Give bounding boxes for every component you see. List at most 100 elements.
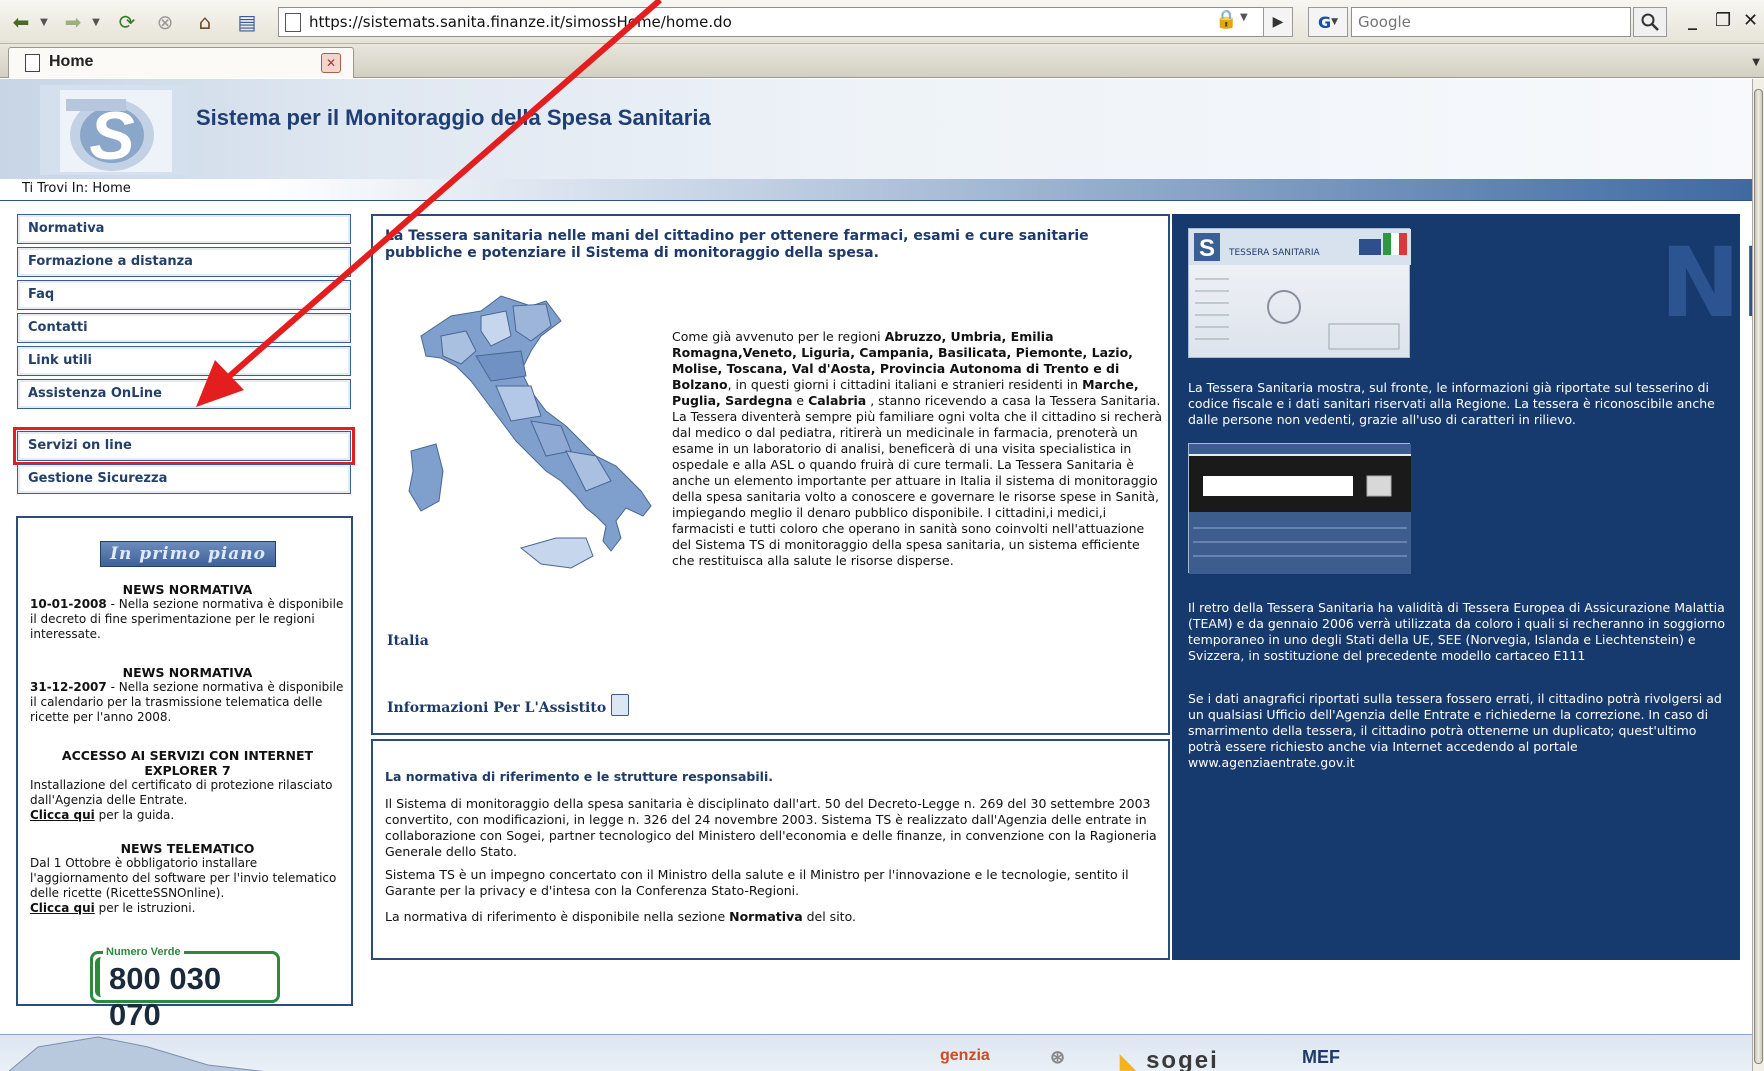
menu-item-servizi-on-line[interactable]: Servizi on line [13,427,355,465]
search-button[interactable] [1633,7,1667,37]
search-input[interactable] [1351,7,1631,37]
site-header: S Sistema per il Monitoraggio della Spes… [0,79,1752,179]
home-icon[interactable]: ⌂ [190,8,220,36]
back-dropdown-icon[interactable]: ▼ [38,8,50,36]
italia-map-label: Italia [387,633,429,649]
browser-toolbar: ⬅ ▼ ➡ ▼ ⟳ ⊗ ⌂ ▤ https://sistemats.sanita… [0,0,1764,44]
url-text[interactable]: https://sistemats.sanita.finanze.it/simo… [309,13,732,31]
numero-verde-label: Numero Verde [103,946,184,958]
tab-list-dropdown-icon[interactable]: ▼ [1752,57,1760,68]
body-text: del sito. [802,909,856,924]
emblem-icon: ⊛ [1050,1047,1066,1067]
menu-item-contatti[interactable]: Contatti [17,313,351,343]
restore-icon[interactable]: ❐ [1715,10,1731,31]
scrollbar-thumb[interactable] [1754,89,1763,1064]
menu-item-formazione[interactable]: Formazione a distanza [17,247,351,277]
footer-logo-text: sogei [1146,1047,1219,1071]
numero-verde-number: 800 030 070 [109,961,222,1032]
in-primo-piano-box: In primo piano NEWS NORMATIVA 10-01-2008… [16,516,353,1032]
news-item: NEWS NORMATIVA 10-01-2008 - Nella sezion… [30,582,345,642]
clicca-qui-link[interactable]: Clicca qui [30,808,95,822]
in-primo-piano-banner: In primo piano [100,541,276,567]
sogei-logo[interactable]: ◣ sogei [1120,1047,1219,1071]
tessera-info-box: La Tessera sanitaria nelle mani del citt… [371,214,1170,735]
tab-bar: Home ✕ ▼ [0,44,1764,78]
back-icon[interactable]: ⬅ [6,8,36,36]
body-text: La normativa di riferimento è disponibil… [385,909,730,924]
normativa-paragraph: Sistema TS è un impegno concertato con i… [385,867,1129,898]
page-icon [285,13,301,32]
tessera-title: La Tessera sanitaria nelle mani del citt… [385,228,1089,261]
news-link-tail: per le istruzioni. [94,901,196,915]
magnifier-icon [1641,13,1659,31]
tessera-front-image: S TESSERA SANITARIA [1188,228,1411,358]
document-icon[interactable] [611,694,629,716]
news-text: Dal 1 Ottobre è obbligatorio installare … [30,856,337,900]
body-text: Come già avvenuto per le regioni [672,329,885,344]
news-heading: ACCESSO AI SERVIZI CON INTERNET EXPLORER… [61,748,314,778]
news-item: NEWS NORMATIVA 31-12-2007 - Nella sezion… [30,665,345,725]
bookmark-icon[interactable]: ▤ [230,8,264,36]
agenzia-entrate-logo[interactable]: genzia [940,1047,990,1071]
news-item: NEWS TELEMATICO Dal 1 Ottobre è obbligat… [30,841,345,916]
footer-logo-text: MEF [1302,1047,1340,1067]
news-link-tail: per la guida. [94,808,175,822]
forward-dropdown-icon[interactable]: ▼ [90,8,102,36]
body-text: e [792,393,809,408]
news-panel-paragraph: La Tessera Sanitaria mostra, sul fronte,… [1188,380,1715,427]
news-panel: NEWS S TESSERA SANITARIA [1172,214,1752,960]
card-front-title: TESSERA SANITARIA [1228,248,1320,258]
search-engine-glyph: G [1317,12,1332,32]
menu-item-normativa[interactable]: Normativa [17,214,351,244]
menu-item-assistenza[interactable]: Assistenza OnLine [17,379,351,409]
search-engine-button[interactable]: G ▼ [1308,7,1348,37]
news-watermark: NEWS [1660,234,1752,332]
minimize-icon[interactable]: _ [1688,10,1697,31]
forward-icon[interactable]: ➡ [58,8,88,36]
normativa-paragraph: Il Sistema di monitoraggio della spesa s… [385,796,1157,859]
ts-logo: S [40,85,190,175]
url-dropdown-icon[interactable]: ▼ [1240,12,1248,23]
tab-close-icon[interactable]: ✕ [321,53,341,73]
italy-map[interactable] [381,276,671,576]
mef-logo[interactable]: MEF [1302,1047,1340,1071]
go-button[interactable]: ▶ [1263,7,1293,37]
news-date: 31-12-2007 [30,680,107,694]
informazioni-assistito-link[interactable]: Informazioni Per L'Assistito [387,700,606,716]
menu-item-gestione-sicurezza[interactable]: Gestione Sicurezza [17,464,351,494]
news-heading: NEWS NORMATIVA [122,582,253,597]
reload-icon[interactable]: ⟳ [112,8,142,36]
menu-item-link-utili[interactable]: Link utili [17,346,351,376]
footer-emblem [8,1036,264,1071]
numero-verde-badge[interactable]: Numero Verde 800 030 070 [90,946,280,1032]
tab-home[interactable]: Home ✕ [8,47,354,78]
news-panel-paragraph: Il retro della Tessera Sanitaria ha vali… [1188,600,1726,663]
news-watermark-text: NEWS [1660,227,1752,339]
news-text: Installazione del certificato di protezi… [30,778,333,807]
tab-page-icon [25,54,40,72]
normativa-paragraph: La normativa di riferimento è disponibil… [385,909,1160,925]
tab-label: Home [49,53,94,70]
phone-bracket-icon [95,957,107,997]
news-heading: NEWS NORMATIVA [122,665,253,680]
normativa-title: La normativa di riferimento e le struttu… [385,769,773,784]
lock-icon[interactable]: 🔒 [1215,9,1239,33]
clicca-qui-link[interactable]: Clicca qui [30,901,95,915]
page-content: S Sistema per il Monitoraggio della Spes… [0,79,1752,1071]
normativa-link[interactable]: Normativa [729,909,803,924]
body-bold-regions: Calabria [808,393,867,408]
address-bar[interactable]: https://sistemats.sanita.finanze.it/simo… [278,7,1278,37]
stop-icon[interactable]: ⊗ [150,8,180,36]
close-icon[interactable]: ✕ [1743,10,1758,31]
body-text: , stanno ricevendo a casa la Tessera San… [672,393,1162,568]
menu-item-faq[interactable]: Faq [17,280,351,310]
news-heading: NEWS TELEMATICO [120,841,255,856]
tessera-back-image [1188,443,1411,574]
news-date: 10-01-2008 [30,597,107,611]
site-title: Sistema per il Monitoraggio della Spesa … [196,105,711,130]
vertical-scrollbar[interactable] [1752,79,1764,1071]
breadcrumb-bar [0,179,1752,201]
tessera-description: Come già avvenuto per le regioni Abruzzo… [672,329,1165,569]
svg-text:S: S [1199,235,1215,262]
news-panel-paragraph: Se i dati anagrafici riportati sulla tes… [1188,691,1722,770]
